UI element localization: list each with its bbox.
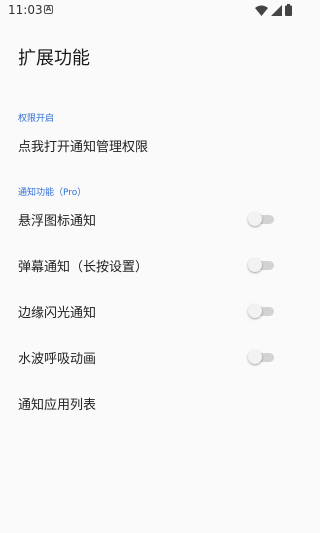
notification-app-list-label: 通知应用列表 bbox=[18, 398, 97, 413]
wifi-icon bbox=[255, 5, 268, 16]
ripple-breathing-animation-label: 水波呼吸动画 bbox=[18, 352, 97, 367]
ripple-breathing-animation-switch[interactable] bbox=[248, 350, 274, 364]
edge-flash-notification-item[interactable]: 边缘闪光通知 bbox=[0, 289, 300, 333]
status-time: 11:03 bbox=[8, 3, 43, 17]
danmaku-notification-item[interactable]: 弹幕通知（长按设置） bbox=[0, 243, 300, 287]
danmaku-notification-switch[interactable] bbox=[248, 258, 274, 272]
ripple-breathing-animation-item[interactable]: 水波呼吸动画 bbox=[0, 335, 300, 379]
edge-flash-notification-label: 边缘闪光通知 bbox=[18, 306, 97, 321]
status-icons bbox=[255, 4, 292, 16]
floating-icon-notification-label: 悬浮图标通知 bbox=[18, 214, 97, 229]
floating-icon-notification-switch[interactable] bbox=[248, 212, 274, 226]
page-title: 扩展功能 bbox=[18, 48, 90, 69]
edge-flash-notification-switch[interactable] bbox=[248, 304, 274, 318]
notification-app-list-item[interactable]: 通知应用列表 bbox=[0, 381, 300, 425]
danmaku-notification-label: 弹幕通知（长按设置） bbox=[18, 260, 149, 275]
battery-icon bbox=[285, 4, 292, 16]
floating-icon-notification-item[interactable]: 悬浮图标通知 bbox=[0, 197, 300, 241]
cell-signal-icon bbox=[271, 4, 282, 16]
open-notification-permission-item[interactable]: 点我打开通知管理权限 bbox=[0, 123, 300, 167]
status-bar: 11:03 A bbox=[0, 0, 300, 22]
a-badge-icon: A bbox=[44, 5, 53, 14]
open-notification-permission-label: 点我打开通知管理权限 bbox=[18, 140, 149, 155]
